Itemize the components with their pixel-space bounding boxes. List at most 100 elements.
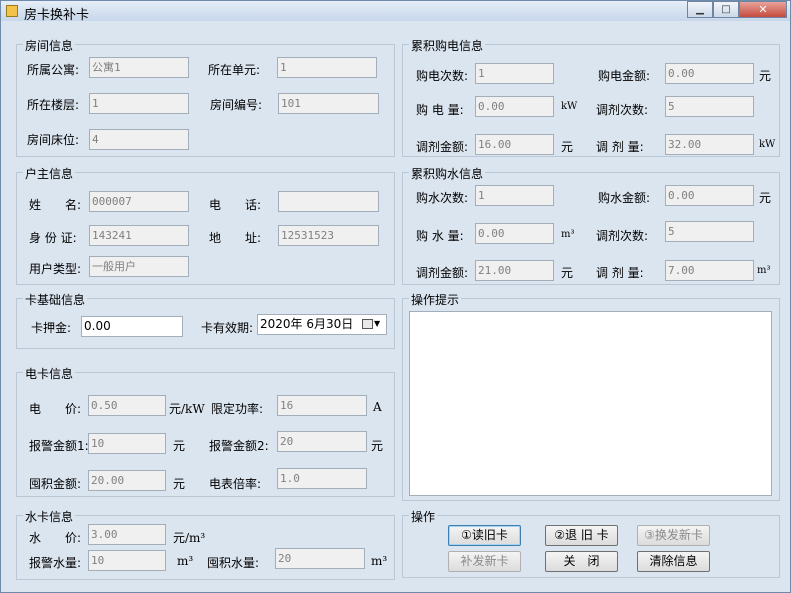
buy-elec-amount-label: 购电金额: bbox=[598, 69, 651, 83]
meter-ratio-label: 电表倍率: bbox=[209, 477, 262, 491]
buy-water-count-label: 购水次数: bbox=[416, 191, 469, 205]
water-card-title: 水卡信息 bbox=[23, 508, 76, 525]
elec-adj-amount-label: 调剂金额: bbox=[416, 140, 469, 154]
water-adj-count-field[interactable]: 5 bbox=[665, 221, 754, 242]
name-field[interactable]: 000007 bbox=[89, 191, 189, 212]
floor-field[interactable]: 1 bbox=[89, 93, 189, 114]
hoard-amount-field[interactable]: 20.00 bbox=[88, 470, 166, 491]
water-hoard-field[interactable]: 20 bbox=[275, 548, 365, 569]
read-old-card-button[interactable]: ①读旧卡 bbox=[448, 525, 521, 546]
water-hoard-unit: m³ bbox=[371, 554, 388, 568]
buy-elec-amount-field[interactable]: 0.00 bbox=[665, 63, 754, 84]
elec-card-title: 电卡信息 bbox=[23, 365, 76, 382]
elec-adj-qty-field[interactable]: 32.00 bbox=[665, 134, 754, 155]
unit-label: 所在单元: bbox=[208, 63, 261, 77]
power-limit-field[interactable]: 16 bbox=[277, 395, 367, 416]
elec-adj-amount-field[interactable]: 16.00 bbox=[475, 134, 554, 155]
calendar-icon[interactable] bbox=[362, 319, 373, 329]
buy-water-amount-field[interactable]: 0.00 bbox=[665, 185, 754, 206]
power-limit-label: 限定功率: bbox=[211, 402, 264, 416]
elec-total-title: 累积购电信息 bbox=[409, 37, 486, 54]
meter-ratio-field[interactable]: 1.0 bbox=[277, 468, 367, 489]
unit-field[interactable]: 1 bbox=[277, 57, 377, 78]
card-info-title: 卡基础信息 bbox=[23, 291, 88, 308]
alarm2-field[interactable]: 20 bbox=[277, 431, 367, 452]
elec-adj-count-label: 调剂次数: bbox=[596, 103, 649, 117]
elec-adj-count-field[interactable]: 5 bbox=[665, 96, 754, 117]
bed-field[interactable]: 4 bbox=[89, 129, 189, 150]
water-adj-qty-unit: m³ bbox=[757, 265, 771, 276]
hoard-amount-label: 囤积金额: bbox=[29, 477, 82, 491]
water-price-unit: 元/m³ bbox=[173, 531, 206, 545]
water-adj-count-label: 调剂次数: bbox=[596, 229, 649, 243]
buy-elec-count-field[interactable]: 1 bbox=[475, 63, 554, 84]
buy-water-amount-unit: 元 bbox=[759, 191, 772, 205]
expiry-date-text: 2020年 6月30日 bbox=[260, 317, 354, 331]
water-price-label: 水 价: bbox=[29, 531, 82, 545]
clear-info-button[interactable]: 清除信息 bbox=[637, 551, 710, 572]
issue-new-card-button[interactable]: ③换发新卡 bbox=[637, 525, 710, 546]
deposit-input[interactable]: 0.00 bbox=[81, 316, 183, 337]
power-limit-unit: A bbox=[373, 400, 382, 414]
water-adj-amount-unit: 元 bbox=[561, 266, 574, 280]
deposit-label: 卡押金: bbox=[31, 321, 72, 335]
phone-field[interactable] bbox=[278, 191, 379, 212]
elec-adj-qty-label: 调 剂 量: bbox=[596, 140, 644, 154]
elec-price-field[interactable]: 0.50 bbox=[88, 395, 166, 416]
alarm2-label: 报警金额2: bbox=[209, 439, 269, 453]
phone-label: 电 话: bbox=[209, 198, 262, 212]
title-bar[interactable]: 房卡换补卡 ▁ □ ✕ bbox=[1, 1, 790, 23]
water-hoard-label: 囤积水量: bbox=[207, 556, 260, 570]
water-adj-amount-label: 调剂金额: bbox=[416, 266, 469, 280]
buy-water-count-field[interactable]: 1 bbox=[475, 185, 554, 206]
hint-title: 操作提示 bbox=[409, 291, 462, 308]
window-title: 房卡换补卡 bbox=[24, 8, 90, 23]
room-no-field[interactable]: 101 bbox=[278, 93, 379, 114]
main-window: 房卡换补卡 ▁ □ ✕ 房间信息 所属公寓: 公寓1 所在单元: 1 所在楼层:… bbox=[0, 0, 791, 593]
buy-water-qty-field[interactable]: 0.00 bbox=[475, 223, 554, 244]
apartment-label: 所属公寓: bbox=[27, 63, 80, 77]
buy-elec-qty-label: 购 电 量: bbox=[416, 103, 464, 117]
bed-label: 房间床位: bbox=[27, 133, 80, 147]
reissue-card-button[interactable]: 补发新卡 bbox=[448, 551, 521, 572]
name-label: 姓 名: bbox=[29, 198, 82, 212]
chevron-down-icon[interactable]: ▼ bbox=[374, 319, 380, 328]
buy-elec-count-label: 购电次数: bbox=[416, 69, 469, 83]
elec-adj-amount-unit: 元 bbox=[561, 140, 574, 154]
water-price-field[interactable]: 3.00 bbox=[88, 524, 166, 545]
app-icon bbox=[6, 5, 18, 17]
close-window-button[interactable]: ✕ bbox=[739, 1, 787, 18]
owner-info-title: 户主信息 bbox=[23, 165, 76, 182]
address-field[interactable]: 12531523 bbox=[278, 225, 379, 246]
water-adj-qty-field[interactable]: 7.00 bbox=[665, 260, 754, 281]
user-type-label: 用户类型: bbox=[29, 262, 82, 276]
alarm1-label: 报警金额1: bbox=[29, 439, 89, 453]
water-alarm-field[interactable]: 10 bbox=[88, 550, 166, 571]
id-card-field[interactable]: 143241 bbox=[89, 225, 189, 246]
buy-elec-amount-unit: 元 bbox=[759, 69, 772, 83]
hint-textarea[interactable] bbox=[409, 311, 772, 496]
apartment-field[interactable]: 公寓1 bbox=[89, 57, 189, 78]
alarm1-field[interactable]: 10 bbox=[88, 433, 166, 454]
return-old-card-button[interactable]: ②退 旧 卡 bbox=[545, 525, 618, 546]
water-adj-amount-field[interactable]: 21.00 bbox=[475, 260, 554, 281]
user-type-field[interactable]: 一般用户 bbox=[89, 256, 189, 277]
buy-elec-qty-unit: kW bbox=[561, 101, 578, 112]
alarm2-unit: 元 bbox=[371, 439, 384, 453]
buy-water-qty-unit: m³ bbox=[561, 229, 575, 240]
maximize-button[interactable]: □ bbox=[713, 1, 739, 18]
close-button[interactable]: 关 闭 bbox=[545, 551, 618, 572]
room-info-title: 房间信息 bbox=[23, 37, 76, 54]
minimize-button[interactable]: ▁ bbox=[687, 1, 713, 18]
expiry-label: 卡有效期: bbox=[201, 321, 254, 335]
elec-adj-qty-unit: kW bbox=[759, 139, 776, 150]
buy-water-amount-label: 购水金额: bbox=[598, 191, 651, 205]
elec-price-unit: 元/kW bbox=[169, 402, 205, 416]
alarm1-unit: 元 bbox=[173, 439, 186, 453]
buy-water-qty-label: 购 水 量: bbox=[416, 229, 464, 243]
address-label: 地 址: bbox=[209, 231, 262, 245]
room-no-label: 房间编号: bbox=[210, 98, 263, 112]
buy-elec-qty-field[interactable]: 0.00 bbox=[475, 96, 554, 117]
water-adj-qty-label: 调 剂 量: bbox=[596, 266, 644, 280]
ops-title: 操作 bbox=[409, 508, 438, 525]
